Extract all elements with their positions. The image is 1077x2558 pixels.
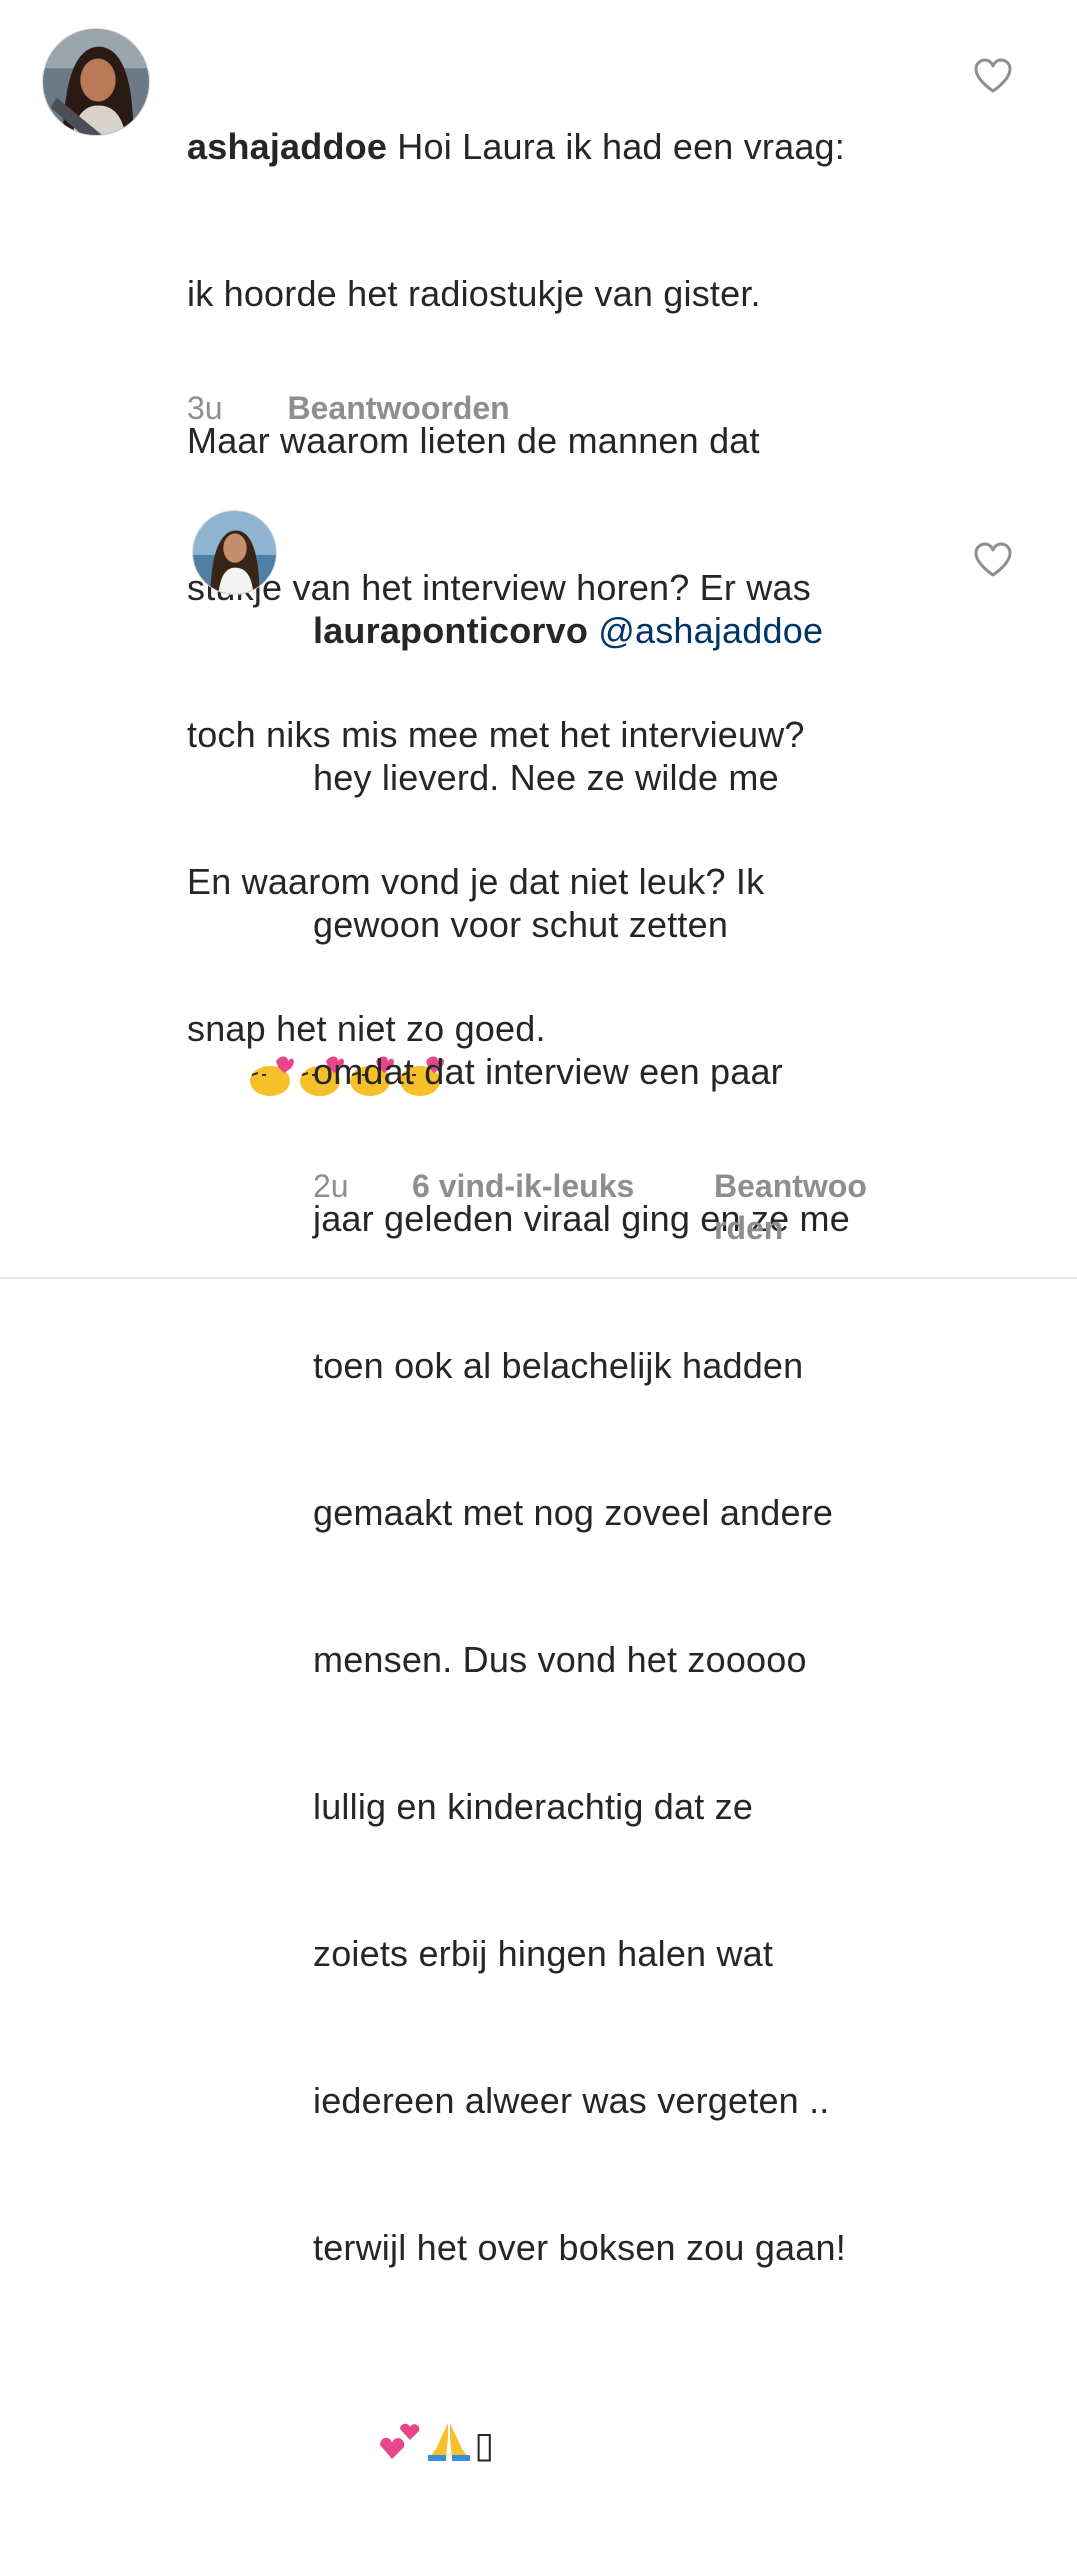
missing-glyph-icon: ▯ xyxy=(474,2424,495,2465)
timestamp: 2u xyxy=(313,1168,349,1204)
comment-text: Hoi Laura ik had een vraag: xyxy=(397,126,845,167)
avatar-photo-icon xyxy=(43,29,149,135)
comment-line-12: terwijl het over boksen zou gaan! xyxy=(313,2227,846,2268)
two-hearts-icon xyxy=(374,2419,424,2475)
folded-hands-icon xyxy=(424,2419,474,2475)
comment-line-1: ashajaddoe Hoi Laura ik had een vraag: xyxy=(187,122,947,171)
comment-line-1: lauraponticorvo @ashajaddoe xyxy=(313,606,953,655)
mention-link[interactable]: @ashajaddoe xyxy=(598,610,823,651)
comment-line-4: omdat dat interview een paar xyxy=(313,1051,783,1092)
reply-button[interactable]: Beantwoorden xyxy=(287,390,509,426)
heart-outline-icon[interactable] xyxy=(973,542,1013,578)
comment-line-10: zoiets erbij hingen halen wat xyxy=(313,1933,774,1974)
comment-line-13: ▯ xyxy=(313,2370,953,2524)
heart-outline-icon[interactable] xyxy=(973,58,1013,94)
comment-line-11: iedereen alweer was vergeten .. xyxy=(313,2080,830,2121)
username[interactable]: ashajaddoe xyxy=(187,126,387,167)
comment-line-9: lullig en kinderachtig dat ze xyxy=(313,1786,754,1827)
likes-count[interactable]: 6 vind-ik-leuks xyxy=(412,1165,634,1207)
comment-line-8: mensen. Dus vond het zooooo xyxy=(313,1639,807,1680)
timestamp: 3u xyxy=(187,390,223,426)
username[interactable]: lauraponticorvo xyxy=(313,610,588,651)
reply-label-line-1: Beantwoo xyxy=(714,1168,867,1204)
comment-meta: 3u Beantwoorden xyxy=(187,387,787,429)
comment-line-3: gewoon voor schut zetten xyxy=(313,904,729,945)
comment-line-2: hey lieverd. Nee ze wilde me xyxy=(313,757,779,798)
comment-line-7: gemaakt met nog zoveel andere xyxy=(313,1492,834,1533)
comment-line-2: ik hoorde het radiostukje van gister. xyxy=(187,273,761,314)
avatar-lauraponticorvo[interactable] xyxy=(192,510,277,595)
comment-line-6: toen ook al belachelijk hadden xyxy=(313,1345,804,1386)
comment-lauraponticorvo: lauraponticorvo @ashajaddoe hey lieverd.… xyxy=(0,490,1077,2465)
avatar-ashajaddoe[interactable] xyxy=(42,28,150,136)
comment-ashajaddoe: ashajaddoe Hoi Laura ik had een vraag: i… xyxy=(0,0,1077,1096)
reply-button[interactable]: Beantwoo rden xyxy=(714,1165,867,1249)
avatar-photo-icon xyxy=(193,511,276,594)
comment-text-block: lauraponticorvo @ashajaddoe hey lieverd.… xyxy=(313,508,953,2558)
reply-label-line-2: rden xyxy=(714,1210,784,1246)
